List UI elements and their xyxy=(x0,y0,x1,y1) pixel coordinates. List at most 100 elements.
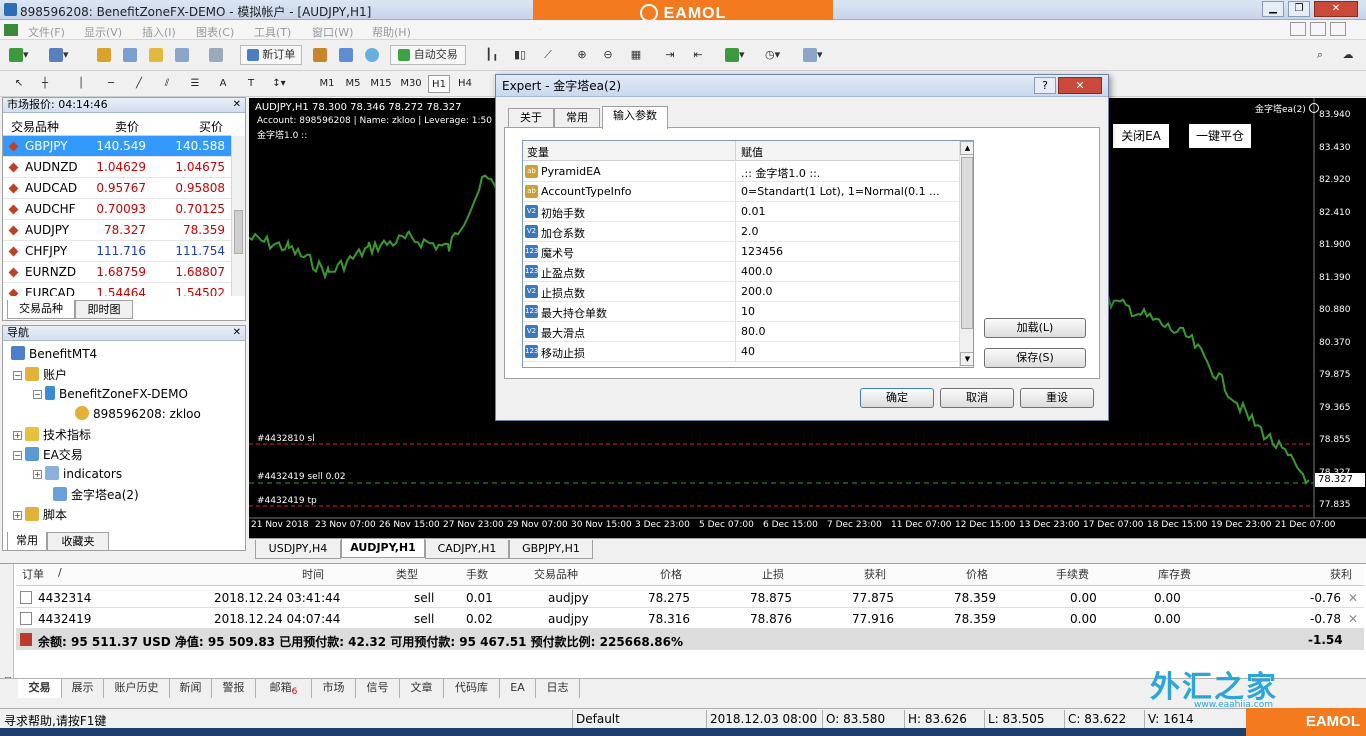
param-value[interactable]: 123456 xyxy=(741,245,783,258)
tree-ea-indicators[interactable]: + indicators xyxy=(33,466,122,481)
indicators-button[interactable]: ▾ xyxy=(722,45,748,65)
reset-button[interactable]: 重设 xyxy=(1020,388,1094,408)
list-item[interactable]: AUDJPY 78.327 78.359 xyxy=(3,220,231,241)
data-window-button[interactable] xyxy=(120,45,140,65)
tab-exposure[interactable]: 展示 xyxy=(62,679,104,698)
trendline-icon[interactable]: ╱ xyxy=(128,75,150,93)
list-item[interactable]: AUDCHF 0.70093 0.70125 xyxy=(3,199,231,220)
tab-tick-chart[interactable]: 即时图 xyxy=(75,300,133,319)
timeframe-h1[interactable]: H1 xyxy=(428,75,450,93)
periods-button[interactable]: ◷▾ xyxy=(762,45,783,65)
col-sl[interactable]: 止损 xyxy=(762,566,784,582)
tab-gbpjpy[interactable]: GBPJPY,H1 xyxy=(509,540,593,559)
list-item[interactable]: GBPJPY 140.549 140.588 xyxy=(3,136,231,157)
navigator-close-icon[interactable]: ✕ xyxy=(233,327,241,338)
parameter-row[interactable]: 123 止盈点数 400.0 xyxy=(523,262,959,282)
col-symbol[interactable]: 交易品种 xyxy=(534,566,578,582)
market-watch-scrollbar[interactable] xyxy=(231,136,245,296)
tree-ea-item[interactable]: 金字塔ea(2) xyxy=(53,486,139,503)
tab-about[interactable]: 关于 xyxy=(508,108,554,128)
timeframe-m5[interactable]: M5 xyxy=(342,75,364,93)
close-order-icon[interactable]: ✕ xyxy=(1348,612,1358,626)
tree-accounts[interactable]: − 账户 xyxy=(13,366,67,383)
col-sort[interactable]: / xyxy=(58,566,62,579)
community-button[interactable] xyxy=(336,45,356,65)
tab-mailbox[interactable]: 邮箱6 xyxy=(256,679,312,698)
tab-history[interactable]: 账户历史 xyxy=(104,679,170,698)
menu-file[interactable]: 文件(F) xyxy=(28,24,65,40)
chat-icon[interactable]: ☁ xyxy=(1338,45,1358,65)
tab-trade[interactable]: 交易 xyxy=(18,679,62,698)
horizontal-line-icon[interactable]: ─ xyxy=(100,75,122,93)
parameter-row[interactable]: ab AccountTypeInfo 0=Standart(1 Lot), 1=No… xyxy=(523,182,959,202)
tab-cadjpy[interactable]: CADJPY,H1 xyxy=(425,540,509,559)
candlestick-button[interactable]: ▮▯ xyxy=(510,45,530,65)
col-lots[interactable]: 手数 xyxy=(466,566,488,582)
tab-codebase[interactable]: 代码库 xyxy=(444,679,500,698)
mdi-close-button[interactable] xyxy=(1330,22,1346,36)
param-value[interactable]: 80.0 xyxy=(741,325,766,338)
status-profile[interactable]: Default xyxy=(576,712,620,726)
tab-alerts[interactable]: 警报 xyxy=(212,679,256,698)
menu-chart[interactable]: 图表(C) xyxy=(196,24,234,40)
market-watch-button[interactable] xyxy=(94,45,114,65)
col-type[interactable]: 类型 xyxy=(396,566,418,582)
param-value[interactable]: 0=Standart(1 Lot), 1=Normal(0.1 ... xyxy=(741,185,940,198)
tab-usdjpy[interactable]: USDJPY,H4 xyxy=(255,540,341,559)
tree-scripts[interactable]: + 脚本 xyxy=(13,506,67,523)
timeframe-m15[interactable]: M15 xyxy=(368,75,394,93)
tab-favorites[interactable]: 收藏夹 xyxy=(47,532,109,551)
tab-signals[interactable]: 信号 xyxy=(356,679,400,698)
scroll-thumb[interactable] xyxy=(234,210,243,254)
parameter-row[interactable]: V2 止损点数 200.0 xyxy=(523,282,959,302)
cancel-button[interactable]: 取消 xyxy=(940,388,1014,408)
menu-help[interactable]: 帮助(H) xyxy=(372,24,411,40)
list-item[interactable]: AUDCAD 0.95767 0.95808 xyxy=(3,178,231,199)
line-chart-button[interactable]: ⟋ xyxy=(538,45,558,65)
col-price[interactable]: 价格 xyxy=(660,566,682,582)
auto-trading-button[interactable]: 自动交易 xyxy=(390,45,466,65)
col-time[interactable]: 时间 xyxy=(302,566,324,582)
parameter-row[interactable]: V2 最大滑点 80.0 xyxy=(523,322,959,342)
signals-button[interactable] xyxy=(362,45,382,65)
tab-common-settings[interactable]: 常用 xyxy=(554,108,600,128)
chart-shift-button[interactable]: ⇤ xyxy=(688,45,708,65)
text-label-icon[interactable]: T xyxy=(240,75,262,93)
fibonacci-icon[interactable]: ☰ xyxy=(184,75,206,93)
col-current-price[interactable]: 价格 xyxy=(966,566,988,582)
zoom-in-icon[interactable]: ⊕ xyxy=(572,45,592,65)
parameter-row[interactable]: 123 魔术号 123456 xyxy=(523,242,959,262)
terminal-button[interactable] xyxy=(172,45,192,65)
col-tp[interactable]: 获利 xyxy=(864,566,886,582)
param-value[interactable]: 40 xyxy=(741,345,755,358)
crosshair-icon[interactable]: ┼ xyxy=(34,75,56,93)
dialog-close-button[interactable]: ✕ xyxy=(1058,77,1102,94)
new-chart-button[interactable]: ▾ xyxy=(6,45,32,65)
tab-articles[interactable]: 文章 xyxy=(400,679,444,698)
tree-ea[interactable]: − EA交易 xyxy=(13,446,83,463)
tab-audjpy[interactable]: AUDJPY,H1 xyxy=(341,539,425,558)
save-button[interactable]: 保存(S) xyxy=(984,348,1086,368)
close-window-button[interactable]: ✕ xyxy=(1314,1,1358,17)
tab-inputs[interactable]: 输入参数 xyxy=(602,106,668,129)
tab-journal[interactable]: 日志 xyxy=(536,679,580,698)
menu-window[interactable]: 窗口(W) xyxy=(312,24,353,40)
param-value[interactable]: 400.0 xyxy=(741,265,773,278)
search-icon[interactable]: ⌕ xyxy=(1310,45,1330,65)
close-all-button[interactable]: 一键平仓 xyxy=(1189,124,1251,148)
autoscroll-button[interactable]: ⇥ xyxy=(660,45,680,65)
profiles-button[interactable]: ▾ xyxy=(46,45,72,65)
tab-symbols[interactable]: 交易品种 xyxy=(7,300,75,319)
menu-view[interactable]: 显示(V) xyxy=(84,24,122,40)
timeframe-h4[interactable]: H4 xyxy=(454,75,476,93)
param-value[interactable]: 200.0 xyxy=(741,285,773,298)
new-order-button[interactable]: 新订单 xyxy=(240,45,302,65)
restore-button[interactable]: ❐ xyxy=(1288,1,1310,17)
vertical-line-icon[interactable]: │ xyxy=(70,75,92,93)
col-profit[interactable]: 获利 xyxy=(1330,566,1352,582)
tile-windows-button[interactable]: ▦ xyxy=(626,45,646,65)
text-icon[interactable]: A xyxy=(212,75,234,93)
zoom-out-icon[interactable]: ⊖ xyxy=(598,45,618,65)
menu-tools[interactable]: 工具(T) xyxy=(254,24,291,40)
list-item[interactable]: AUDNZD 1.04629 1.04675 xyxy=(3,157,231,178)
